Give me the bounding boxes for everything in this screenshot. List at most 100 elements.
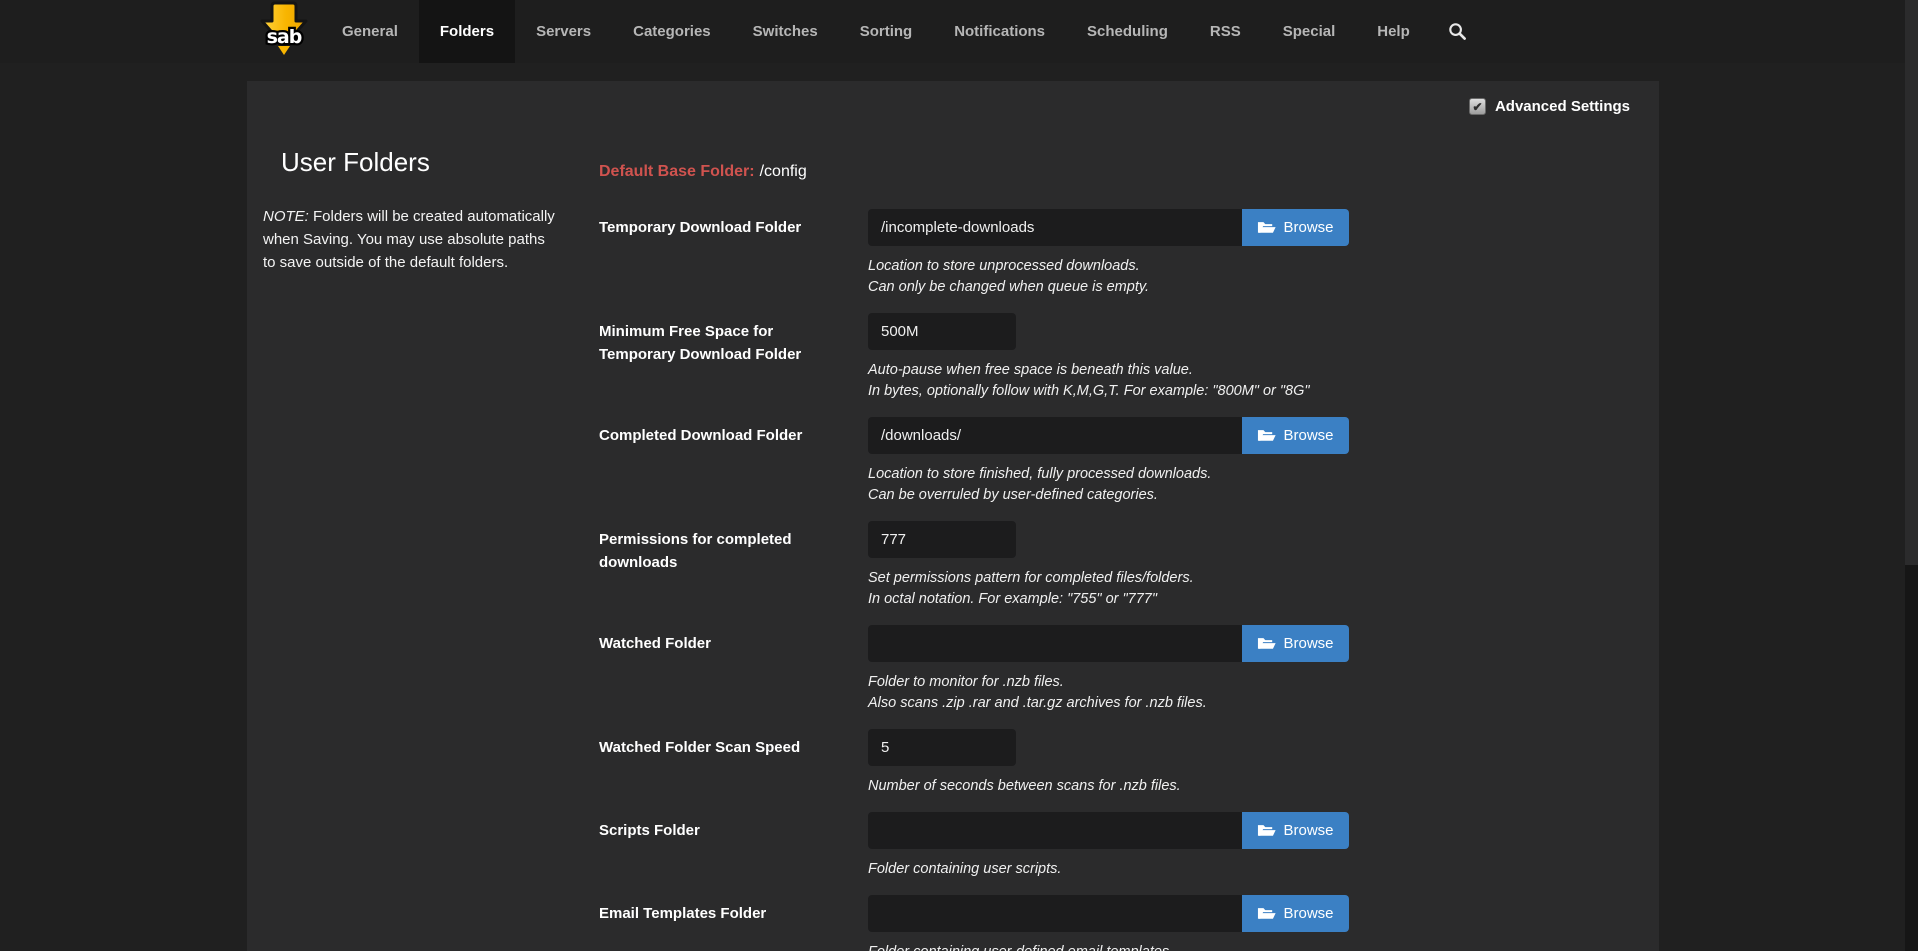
field-control: Browse Location to store finished, fully… bbox=[868, 417, 1349, 506]
minimum-free-space-for-temporary-download-folder-input[interactable] bbox=[868, 313, 1016, 350]
field-help-line: Folder containing user scripts. bbox=[868, 859, 1349, 880]
input-group: Browse bbox=[868, 895, 1349, 932]
default-base-folder-value: /config bbox=[760, 163, 807, 180]
page: { "navbar": { "logo": "sab", "items": [ … bbox=[0, 0, 1918, 951]
nav-link[interactable]: RSS bbox=[1189, 0, 1262, 63]
browse-button[interactable]: Browse bbox=[1242, 812, 1349, 849]
nav-link[interactable]: Help bbox=[1356, 0, 1431, 63]
input-group: Browse bbox=[868, 625, 1349, 662]
folder-open-icon bbox=[1257, 220, 1276, 235]
field-label: Watched Folder bbox=[599, 625, 868, 714]
nav-list: General Folders Servers Categories Switc… bbox=[321, 0, 1431, 63]
field-help-line: Auto-pause when free space is beneath th… bbox=[868, 360, 1310, 381]
folder-open-icon bbox=[1257, 428, 1276, 443]
temporary-download-folder-input[interactable] bbox=[868, 209, 1242, 246]
browse-button[interactable]: Browse bbox=[1242, 417, 1349, 454]
fields-container: Temporary Download Folder Browse Locatio… bbox=[599, 209, 1639, 951]
field-label: Permissions for completed downloads bbox=[599, 521, 868, 610]
nav-item-switches: Switches bbox=[732, 0, 839, 63]
nav-item-sorting: Sorting bbox=[839, 0, 934, 63]
nav-item-rss: RSS bbox=[1189, 0, 1262, 63]
folder-open-icon bbox=[1257, 636, 1276, 651]
field-row-email-templates-folder: Email Templates Folder Browse Folder con… bbox=[599, 895, 1639, 951]
browse-button-label: Browse bbox=[1283, 427, 1333, 444]
nav-link[interactable]: Switches bbox=[732, 0, 839, 63]
advanced-settings-toggle: Advanced Settings bbox=[1469, 98, 1630, 115]
field-label: Minimum Free Space for Temporary Downloa… bbox=[599, 313, 868, 402]
browse-button-label: Browse bbox=[1283, 905, 1333, 922]
field-control: Browse Set permissions pattern for compl… bbox=[868, 521, 1194, 610]
field-help: Number of seconds between scans for .nzb… bbox=[868, 776, 1181, 797]
field-help-line: Also scans .zip .rar and .tar.gz archive… bbox=[868, 693, 1349, 714]
field-help-line: Location to store finished, fully proces… bbox=[868, 464, 1349, 485]
folders-form: Default Base Folder: /config Temporary Do… bbox=[599, 161, 1639, 951]
field-help-line: Location to store unprocessed downloads. bbox=[868, 256, 1349, 277]
field-label: Email Templates Folder bbox=[599, 895, 868, 951]
browse-button[interactable]: Browse bbox=[1242, 209, 1349, 246]
advanced-settings-label: Advanced Settings bbox=[1495, 98, 1630, 115]
field-help-line: Can be overruled by user-defined categor… bbox=[868, 485, 1349, 506]
default-base-folder: Default Base Folder: /config bbox=[599, 161, 1639, 183]
field-help-line: In octal notation. For example: "755" or… bbox=[868, 589, 1194, 610]
email-templates-folder-input[interactable] bbox=[868, 895, 1242, 932]
scripts-folder-input[interactable] bbox=[868, 812, 1242, 849]
page-title: User Folders bbox=[281, 147, 555, 178]
field-control: Browse Number of seconds between scans f… bbox=[868, 729, 1181, 797]
nav-link[interactable]: Sorting bbox=[839, 0, 934, 63]
field-row-watched-folder-scan-speed: Watched Folder Scan Speed Browse Number … bbox=[599, 729, 1639, 797]
field-label: Temporary Download Folder bbox=[599, 209, 868, 298]
field-help: Location to store finished, fully proces… bbox=[868, 464, 1349, 506]
field-help: Folder containing user scripts. bbox=[868, 859, 1349, 880]
field-help-line: Number of seconds between scans for .nzb… bbox=[868, 776, 1181, 797]
section-sidebar: User Folders NOTE: Folders will be creat… bbox=[263, 147, 555, 274]
advanced-settings-checkbox[interactable] bbox=[1469, 98, 1486, 115]
field-help-line: In bytes, optionally follow with K,M,G,T… bbox=[868, 381, 1310, 402]
field-help: Set permissions pattern for completed fi… bbox=[868, 568, 1194, 610]
sabnzbd-logo[interactable]: sab bbox=[255, 0, 313, 63]
nav-item-folders: Folders bbox=[419, 0, 515, 63]
top-navbar: sab General Folders Servers Categories S… bbox=[0, 0, 1918, 63]
field-help: Folder to monitor for .nzb files.Also sc… bbox=[868, 672, 1349, 714]
field-label: Completed Download Folder bbox=[599, 417, 868, 506]
nav-link[interactable]: Servers bbox=[515, 0, 612, 63]
completed-download-folder-input[interactable] bbox=[868, 417, 1242, 454]
nav-link[interactable]: Special bbox=[1262, 0, 1357, 63]
nav-item-special: Special bbox=[1262, 0, 1357, 63]
field-row-watched-folder: Watched Folder Browse Folder to monitor … bbox=[599, 625, 1639, 714]
nav-item-categories: Categories bbox=[612, 0, 732, 63]
default-base-folder-label: Default Base Folder: bbox=[599, 163, 755, 180]
note-prefix: NOTE: bbox=[263, 208, 309, 225]
scrollbar bbox=[1905, 0, 1918, 951]
watched-folder-input[interactable] bbox=[868, 625, 1242, 662]
field-row-minimum-free-space-for-temporary-download-folder: Minimum Free Space for Temporary Downloa… bbox=[599, 313, 1639, 402]
browse-button[interactable]: Browse bbox=[1242, 895, 1349, 932]
nav-link[interactable]: Scheduling bbox=[1066, 0, 1189, 63]
browse-button-label: Browse bbox=[1283, 822, 1333, 839]
input-group: Browse bbox=[868, 209, 1349, 246]
field-label: Scripts Folder bbox=[599, 812, 868, 880]
field-help-line: Can only be changed when queue is empty. bbox=[868, 277, 1349, 298]
field-row-completed-download-folder: Completed Download Folder Browse Locatio… bbox=[599, 417, 1639, 506]
nav-link[interactable]: Categories bbox=[612, 0, 732, 63]
field-control: Browse Folder containing user-defined em… bbox=[868, 895, 1349, 951]
field-help-line: Folder containing user-defined email tem… bbox=[868, 942, 1349, 951]
sab-down-arrow-icon: sab bbox=[258, 1, 310, 62]
field-control: Browse Auto-pause when free space is ben… bbox=[868, 313, 1310, 402]
field-help: Location to store unprocessed downloads.… bbox=[868, 256, 1349, 298]
browse-button[interactable]: Browse bbox=[1242, 625, 1349, 662]
field-row-scripts-folder: Scripts Folder Browse Folder containing … bbox=[599, 812, 1639, 880]
field-help: Auto-pause when free space is beneath th… bbox=[868, 360, 1310, 402]
nav-link[interactable]: Notifications bbox=[933, 0, 1066, 63]
watched-folder-scan-speed-input[interactable] bbox=[868, 729, 1016, 766]
nav-link[interactable]: General bbox=[321, 0, 419, 63]
svg-text:sab: sab bbox=[267, 26, 302, 48]
permissions-for-completed-downloads-input[interactable] bbox=[868, 521, 1016, 558]
browse-button-label: Browse bbox=[1283, 219, 1333, 236]
search-icon[interactable] bbox=[1431, 0, 1484, 63]
nav-link[interactable]: Folders bbox=[419, 0, 515, 63]
nav-item-general: General bbox=[321, 0, 419, 63]
field-control: Browse Folder to monitor for .nzb files.… bbox=[868, 625, 1349, 714]
nav-item-help: Help bbox=[1356, 0, 1431, 63]
scrollbar-thumb[interactable] bbox=[1905, 0, 1918, 565]
input-group: Browse bbox=[868, 417, 1349, 454]
